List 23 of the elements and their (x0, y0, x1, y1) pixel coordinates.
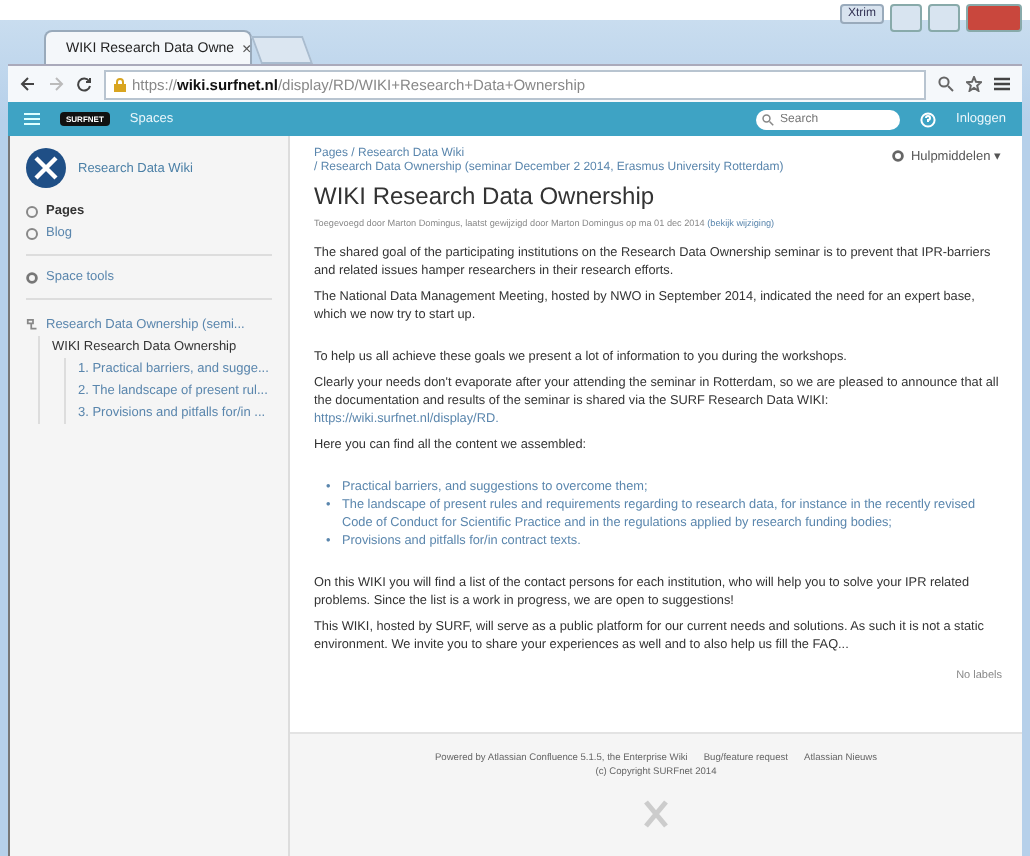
gear-icon (26, 271, 38, 283)
space-logo-icon (26, 148, 66, 188)
gear-icon (892, 150, 905, 162)
close-button[interactable] (966, 4, 1022, 32)
menu-icon (994, 76, 1010, 92)
back-icon (20, 76, 36, 92)
tab-close[interactable]: × (242, 39, 252, 57)
star-icon (966, 76, 982, 92)
page-icon (26, 205, 38, 217)
new-tab-button[interactable] (250, 36, 314, 64)
reload-icon (76, 76, 92, 92)
page-title: WIKI Research Data Ownership (314, 182, 657, 210)
feed-icon (26, 227, 38, 239)
forward-icon (48, 76, 64, 92)
lock-icon (114, 77, 126, 91)
search-icon (762, 113, 775, 125)
maximize-button[interactable] (928, 4, 960, 32)
help-icon (920, 111, 937, 127)
zoom-icon (938, 76, 954, 92)
page-tree-icon (26, 318, 40, 332)
x-logo-icon (642, 798, 670, 830)
menu-icon (24, 112, 40, 126)
minimize-button[interactable] (890, 4, 922, 32)
